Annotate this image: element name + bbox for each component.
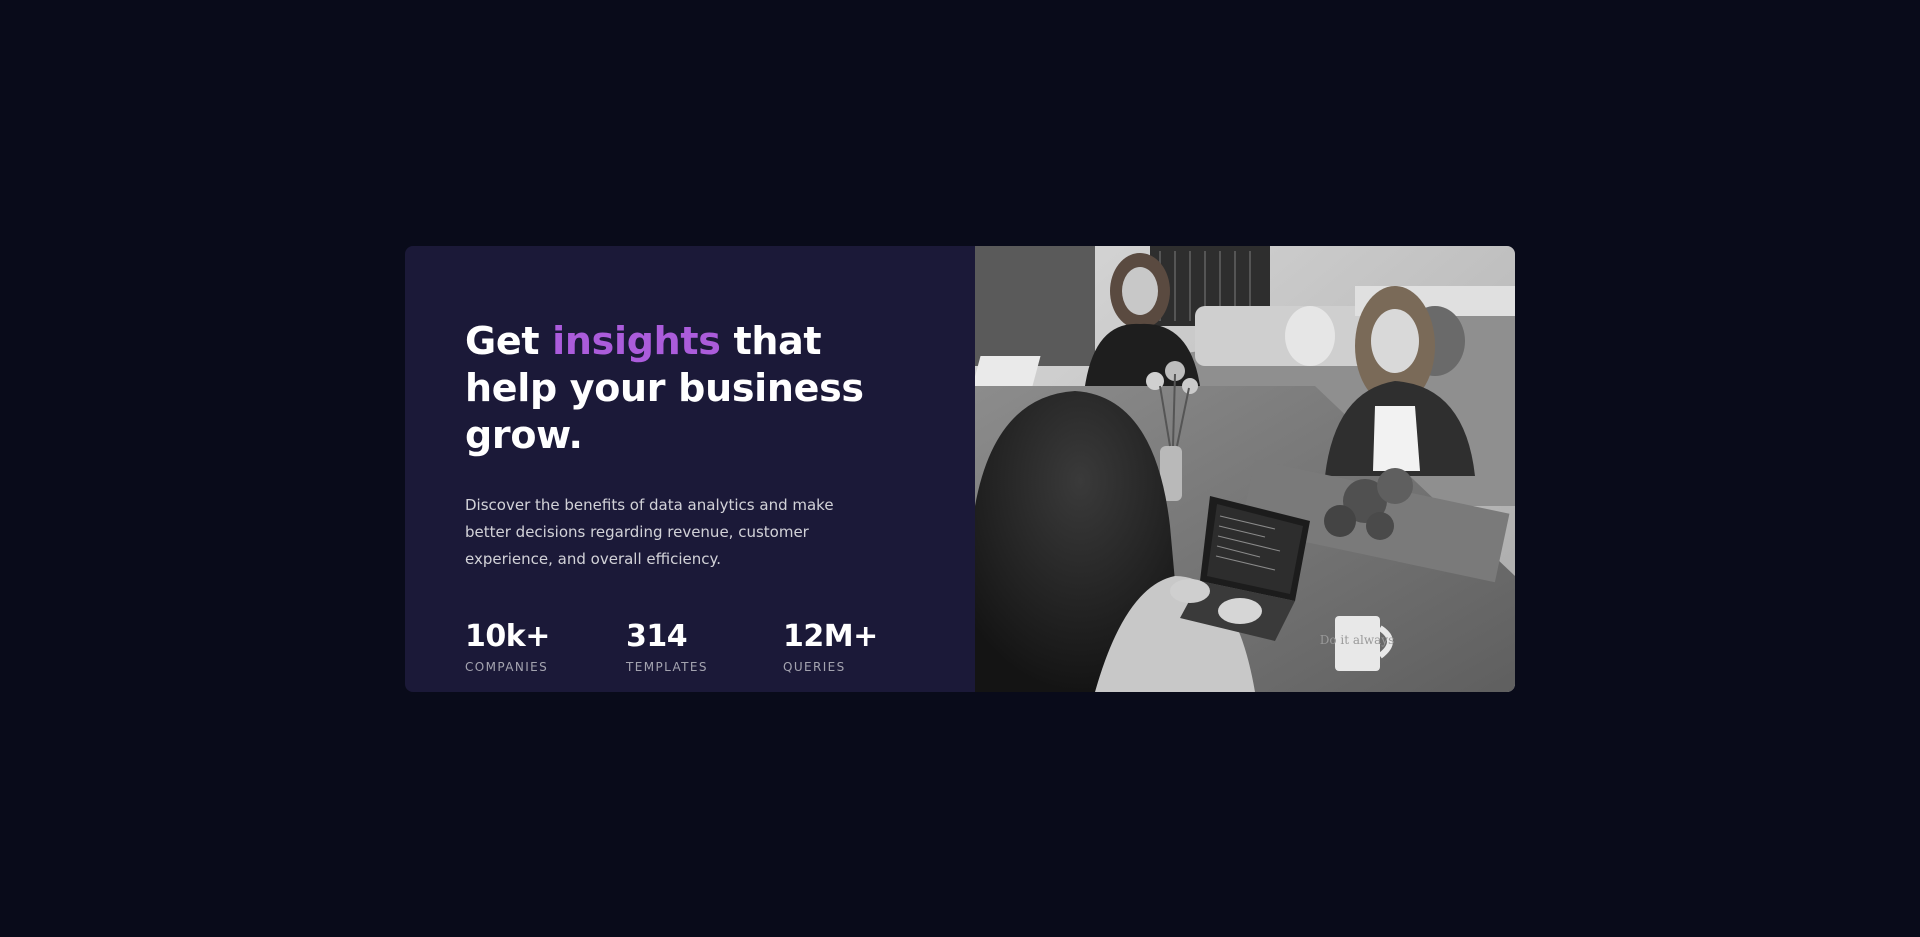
hand-left: [1170, 579, 1210, 603]
chair-white: [1285, 306, 1335, 366]
stat-label: QUERIES: [783, 660, 846, 674]
person-back-face: [1122, 267, 1158, 315]
headline: Get insights that help your business gro…: [465, 318, 865, 459]
laptop-back: [975, 356, 1041, 386]
header-photo: Do it always: [975, 246, 1515, 692]
headline-prefix: Get: [465, 319, 553, 363]
stat-companies: 10k+ COMPANIES: [465, 619, 626, 675]
stat-label: COMPANIES: [465, 660, 549, 674]
stat-value: 314: [626, 619, 688, 654]
stat-label: TEMPLATES: [626, 660, 708, 674]
person-right-shirt: [1373, 406, 1420, 471]
hand-right: [1218, 598, 1262, 624]
stat-value: 12M+: [783, 619, 878, 654]
stats-preview-card: Get insights that help your business gro…: [405, 246, 1515, 692]
stat-templates: 314 TEMPLATES: [626, 619, 783, 675]
stat-queries: 12M+ QUERIES: [783, 619, 878, 675]
dark-corner: [975, 246, 1095, 366]
mug-text: Do it always: [1320, 633, 1395, 647]
headline-accent: insights: [552, 319, 721, 363]
person-right-face: [1371, 309, 1419, 373]
office-photo-illustration: Do it always: [975, 246, 1515, 692]
description: Discover the benefits of data analytics …: [465, 496, 834, 568]
stats-row: 10k+ COMPANIES 314 TEMPLATES 12M+ QUERIE…: [465, 619, 878, 675]
stat-value: 10k+: [465, 619, 550, 654]
card-content: Get insights that help your business gro…: [405, 246, 975, 692]
